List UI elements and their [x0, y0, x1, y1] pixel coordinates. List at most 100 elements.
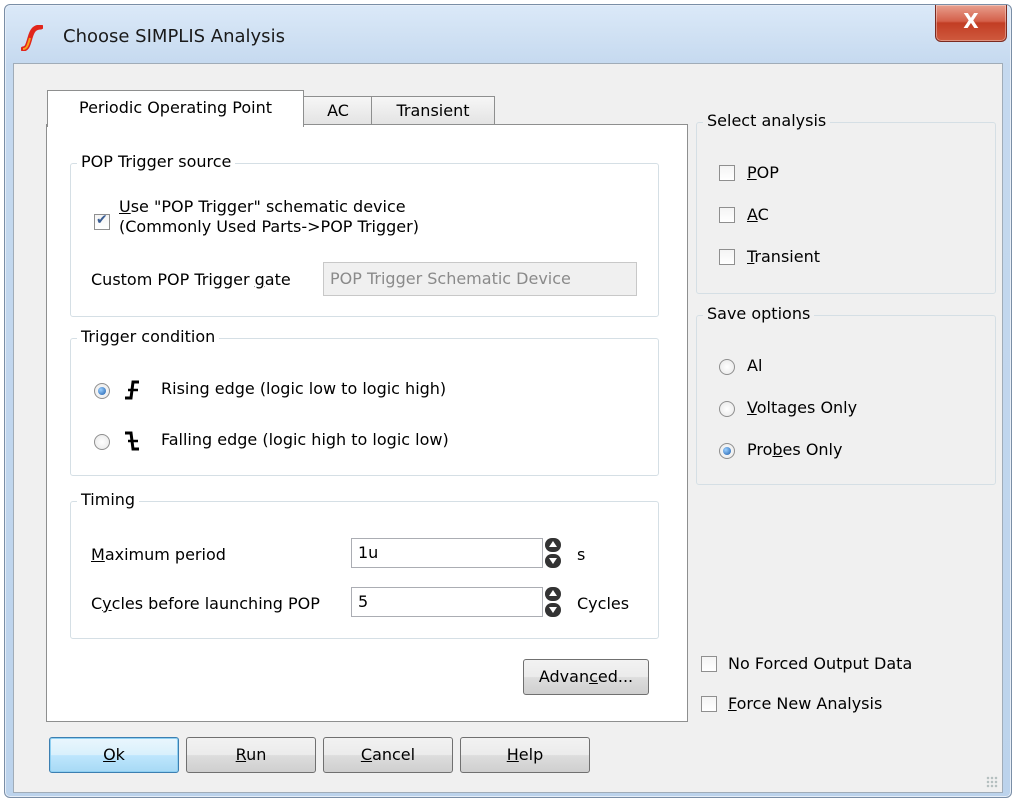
save-probes-label[interactable]: Probes Only: [747, 440, 842, 459]
use-pop-trigger-checkbox[interactable]: [94, 212, 110, 230]
title-bar[interactable]: Choose SIMPLIS Analysis X: [5, 5, 1011, 63]
label-text: Al: [747, 356, 763, 375]
tab-transient[interactable]: Transient: [371, 96, 495, 125]
maximum-period-spinner[interactable]: [545, 538, 561, 568]
mnemonic: P: [747, 163, 757, 182]
mnemonic: H: [506, 745, 519, 764]
window-title: Choose SIMPLIS Analysis: [63, 26, 285, 47]
label-text: ancel: [372, 745, 416, 764]
label-text: es Only: [782, 440, 843, 459]
custom-gate-label: Custom POP Trigger gate: [91, 270, 291, 289]
rising-edge-label[interactable]: Rising edge (logic low to logic high): [161, 379, 446, 398]
falling-edge-label[interactable]: Falling edge (logic high to logic low): [161, 430, 449, 449]
label-text: elp: [518, 745, 544, 764]
label-text: C: [757, 205, 769, 224]
pop-checkbox[interactable]: [719, 165, 735, 181]
group-title: POP Trigger source: [77, 152, 236, 171]
no-forced-output-label[interactable]: No Forced Output Data: [728, 654, 912, 673]
pop-label[interactable]: POP: [747, 163, 779, 182]
label-text: Advan: [538, 667, 590, 686]
save-all-label[interactable]: Al: [747, 356, 762, 375]
help-button[interactable]: Help: [460, 737, 590, 773]
tab-label: AC: [327, 101, 349, 120]
label-text: cles before launching POP: [111, 594, 320, 613]
maximum-period-input[interactable]: 1u: [351, 538, 543, 568]
mnemonic: A: [747, 205, 758, 224]
run-button[interactable]: Run: [186, 737, 316, 773]
force-new-analysis-label[interactable]: Force New Analysis: [728, 694, 882, 713]
label-text: Pro: [747, 440, 773, 459]
tab-ac[interactable]: AC: [303, 96, 373, 125]
cycles-unit: Cycles: [577, 594, 630, 613]
tab-panel-pop: POP Trigger source Use "POP Trigger" sch…: [46, 124, 688, 722]
mnemonic: F: [728, 694, 737, 713]
label-text: se "POP Trigger" schematic device: [130, 197, 406, 216]
close-button[interactable]: X: [935, 5, 1007, 42]
mnemonic: U: [119, 197, 131, 216]
transient-checkbox[interactable]: [719, 249, 735, 265]
label-text: Custom POP Trigger: [91, 270, 255, 289]
group-title: Select analysis: [703, 111, 831, 130]
spin-down-icon[interactable]: [545, 603, 561, 617]
cycles-spinner[interactable]: [545, 587, 561, 617]
mnemonic: g: [254, 270, 265, 289]
save-voltages-radio[interactable]: [719, 401, 735, 417]
use-pop-trigger-label[interactable]: Use "POP Trigger" schematic device: [119, 197, 406, 216]
dialog-client: Periodic Operating Point AC Transient PO…: [13, 63, 1003, 793]
ok-button[interactable]: Ok: [49, 737, 179, 773]
label-text: ed...: [597, 667, 634, 686]
save-voltages-label[interactable]: Voltages Only: [747, 398, 857, 417]
rising-edge-icon: [125, 380, 139, 400]
maximum-period-label: Maximum period: [91, 545, 226, 564]
group-pop-trigger-source: POP Trigger source Use "POP Trigger" sch…: [70, 152, 659, 317]
tab-periodic-operating-point[interactable]: Periodic Operating Point: [47, 90, 304, 127]
cycles-before-pop-input[interactable]: 5: [351, 587, 543, 617]
cancel-button[interactable]: Cancel: [323, 737, 453, 773]
rising-edge-radio[interactable]: [94, 383, 110, 399]
mnemonic: R: [235, 745, 247, 764]
no-forced-output-checkbox[interactable]: [701, 656, 717, 672]
group-trigger-condition: Trigger condition Rising edge (logic low…: [70, 327, 659, 476]
mnemonic: C: [360, 745, 373, 764]
ac-label[interactable]: AC: [747, 205, 769, 224]
custom-gate-input[interactable]: POP Trigger Schematic Device: [323, 262, 637, 296]
label-text: OP: [756, 163, 779, 182]
mnemonic: y: [102, 594, 112, 613]
save-probes-radio[interactable]: [719, 443, 735, 459]
mnemonic: V: [747, 398, 757, 417]
group-save-options: Save options Al Voltages Only Probes Onl…: [696, 304, 996, 485]
advanced-button[interactable]: Advanced...: [523, 659, 649, 695]
use-pop-trigger-sublabel: (Commonly Used Parts->POP Trigger): [119, 217, 419, 236]
label-text: k: [115, 745, 125, 764]
simplis-logo-icon: [21, 25, 43, 51]
tab-label: Transient: [396, 101, 470, 120]
label-text: ate: [264, 270, 291, 289]
group-title: Save options: [703, 304, 815, 323]
transient-label[interactable]: Transient: [747, 247, 820, 266]
mnemonic: b: [772, 440, 783, 459]
ac-checkbox[interactable]: [719, 207, 735, 223]
falling-edge-radio[interactable]: [94, 434, 110, 450]
mnemonic: c: [589, 667, 598, 686]
group-select-analysis: Select analysis POP AC Transient: [696, 111, 996, 294]
label-text: oltages Only: [756, 398, 858, 417]
label-text: C: [91, 594, 103, 613]
label-text: ransient: [754, 247, 820, 266]
label-text: un: [246, 745, 267, 764]
spin-up-icon[interactable]: [545, 587, 561, 601]
group-timing: Timing Maximum period 1u s Cycles before…: [70, 490, 659, 639]
spin-down-icon[interactable]: [545, 554, 561, 568]
mnemonic: O: [103, 745, 116, 764]
save-all-radio[interactable]: [719, 359, 735, 375]
mnemonic: M: [91, 545, 105, 564]
cycles-before-pop-label: Cycles before launching POP: [91, 594, 320, 613]
resize-grip-icon[interactable]: [986, 776, 998, 788]
force-new-analysis-checkbox[interactable]: [701, 696, 717, 712]
maximum-period-unit: s: [577, 545, 586, 564]
tab-label: Periodic Operating Point: [78, 98, 273, 117]
spin-up-icon[interactable]: [545, 538, 561, 552]
group-title: Timing: [77, 490, 140, 509]
label-text: aximum period: [104, 545, 226, 564]
falling-edge-icon: [125, 431, 139, 451]
group-title: Trigger condition: [77, 327, 220, 346]
